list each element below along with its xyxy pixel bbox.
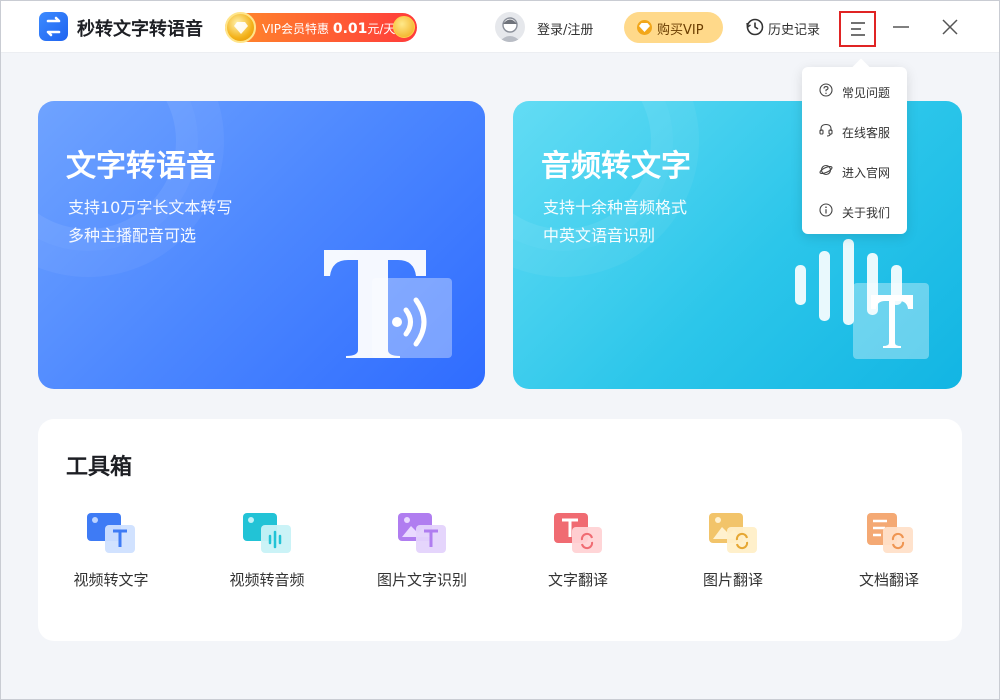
- planet-icon: [819, 164, 833, 176]
- vip-diamond-icon: [637, 20, 652, 35]
- video-to-audio-icon: [243, 513, 291, 553]
- tool-label: 文字翻译: [547, 571, 608, 589]
- toolbox-title: 工具箱: [66, 455, 133, 480]
- tool-label: 视频转文字: [73, 571, 149, 589]
- text-to-speech-card[interactable]: 文字转语音 支持10万字长文本转写 多种主播配音可选: [38, 101, 485, 389]
- promo-text: VIP会员特惠: [262, 22, 329, 36]
- question-circle-icon: [819, 83, 833, 97]
- image-translate-icon: [709, 513, 757, 553]
- tool-image-translate[interactable]: 图片翻译: [668, 511, 798, 601]
- card-desc-line2: 中英文语音识别: [543, 226, 656, 245]
- card-desc-line2: 多种主播配音可选: [68, 226, 197, 245]
- menu-button[interactable]: [839, 11, 876, 47]
- info-circle-icon: [819, 203, 833, 217]
- toolbox-panel: 工具箱 视频转文字 视频转音频 图片文字识别 文字翻译 图片翻译 文档翻译: [38, 419, 962, 641]
- buy-vip-label: 购买VIP: [657, 23, 704, 38]
- menu-item-label: 在线客服: [842, 126, 891, 140]
- video-to-text-icon: [87, 513, 135, 553]
- title-bar: 秒转文字转语音 VIP会员特惠 0.01元/天 登录/注册 购买VIP 历史记录: [1, 1, 999, 53]
- history-label: 历史记录: [768, 23, 821, 38]
- menu-item-label: 常见问题: [842, 86, 891, 100]
- app-logo-icon: [39, 12, 68, 41]
- card-desc-line1: 支持10万字长文本转写: [68, 198, 233, 217]
- promo-price: 0.01: [332, 21, 368, 37]
- tool-video-to-text[interactable]: 视频转文字: [46, 511, 176, 601]
- audio-text-illustration-icon: [795, 239, 929, 359]
- document-translate-icon: [867, 513, 913, 553]
- card-title: 文字转语音: [66, 149, 216, 184]
- tool-label: 文档翻译: [858, 571, 919, 589]
- diamond-icon: [225, 12, 256, 43]
- image-ocr-icon: [398, 513, 446, 553]
- text-translate-icon: [554, 513, 602, 553]
- menu-item-website[interactable]: 进入官网: [802, 150, 907, 190]
- menu-item-support[interactable]: 在线客服: [802, 110, 907, 150]
- menu-item-faq[interactable]: 常见问题: [802, 70, 907, 110]
- tool-document-translate[interactable]: 文档翻译: [824, 511, 954, 601]
- card-title: 音频转文字: [541, 149, 691, 184]
- hamburger-icon: [851, 22, 865, 36]
- minimize-icon[interactable]: [889, 15, 913, 39]
- vip-promo-banner[interactable]: VIP会员特惠 0.01元/天: [225, 12, 417, 43]
- headset-icon: [819, 123, 833, 137]
- text-speech-illustration-icon: [324, 250, 452, 358]
- menu-item-label: 进入官网: [842, 166, 891, 180]
- tool-label: 视频转音频: [229, 571, 305, 589]
- menu-item-about[interactable]: 关于我们: [802, 190, 907, 230]
- promo-unit: 元/天: [367, 22, 396, 36]
- buy-vip-button[interactable]: 购买VIP: [624, 12, 723, 43]
- tool-label: 图片翻译: [702, 571, 763, 589]
- app-title: 秒转文字转语音: [77, 19, 203, 40]
- tool-image-ocr[interactable]: 图片文字识别: [357, 511, 487, 601]
- tool-video-to-audio[interactable]: 视频转音频: [202, 511, 332, 601]
- coin-icon: [393, 16, 415, 38]
- settings-dropdown-menu: 常见问题 在线客服 进入官网 关于我们: [802, 67, 907, 234]
- close-icon[interactable]: [938, 15, 962, 39]
- avatar[interactable]: [495, 12, 525, 42]
- login-register-link[interactable]: 登录/注册: [537, 19, 593, 38]
- card-desc-line1: 支持十余种音频格式: [543, 198, 688, 217]
- clock-icon: [746, 18, 764, 36]
- menu-item-label: 关于我们: [842, 206, 891, 220]
- tool-label: 图片文字识别: [376, 571, 467, 589]
- app-window: 秒转文字转语音 VIP会员特惠 0.01元/天 登录/注册 购买VIP 历史记录…: [0, 0, 1000, 700]
- tool-text-translate[interactable]: 文字翻译: [513, 511, 643, 601]
